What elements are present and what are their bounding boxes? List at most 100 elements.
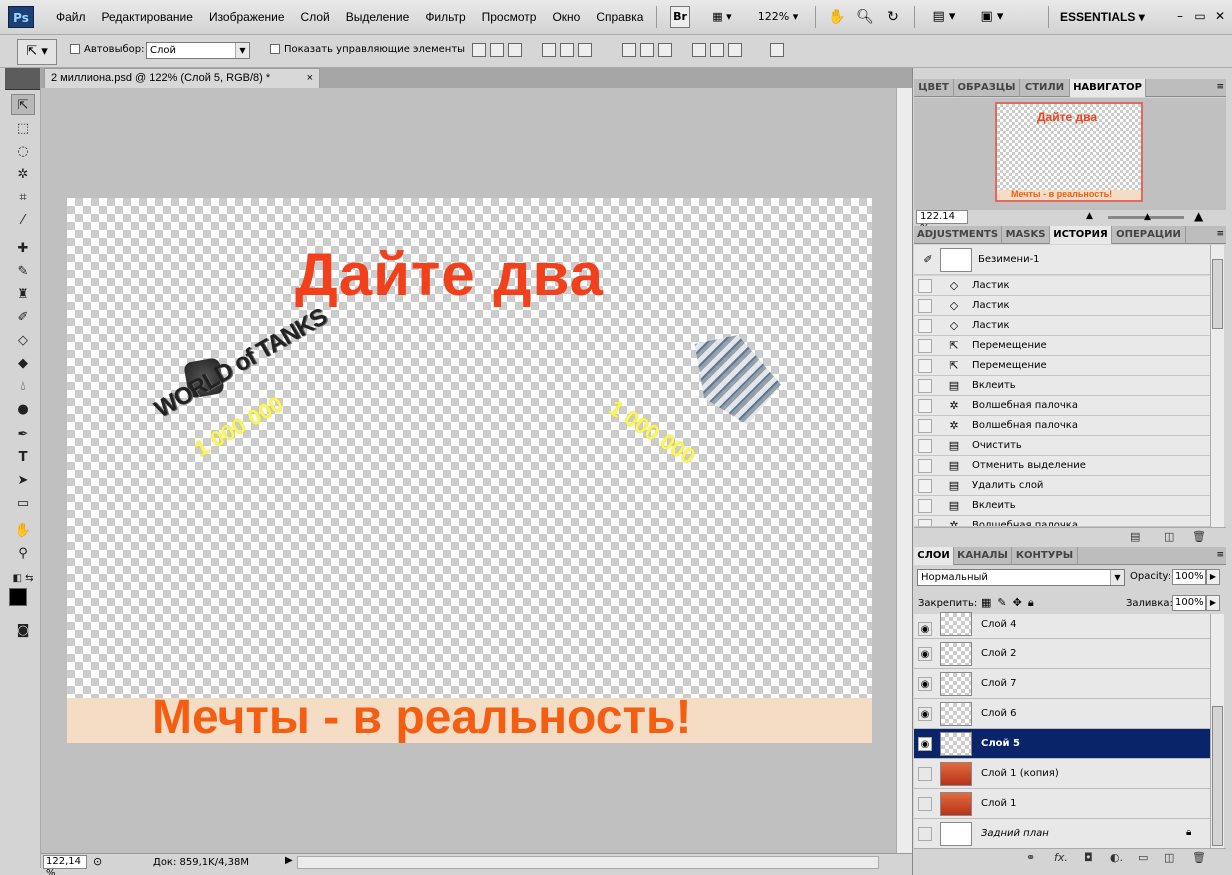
history-brush-source-checkbox[interactable] [918, 399, 932, 413]
screen-mode-button[interactable]: ▣ ▾ [974, 6, 1010, 28]
lasso-tool-icon[interactable]: ◌ [11, 141, 35, 162]
menu-filter[interactable]: Фильтр [417, 10, 473, 24]
distribute-right-icon[interactable] [728, 43, 742, 57]
distribute-top-icon[interactable] [622, 43, 636, 57]
adjustment-layer-icon[interactable]: ◐. [1110, 851, 1123, 864]
status-arrow-icon[interactable]: ▶ [285, 855, 293, 866]
close-window-icon[interactable]: ✕ [1210, 6, 1230, 26]
zoom-in-icon[interactable]: ▲ [1194, 209, 1203, 223]
zoom-tool-icon[interactable]: ⚲ [11, 543, 35, 564]
paint-bucket-tool-icon[interactable]: ◆ [11, 353, 35, 374]
tab-swatches[interactable]: ОБРАЗЦЫ [954, 79, 1020, 97]
new-document-from-state-icon[interactable]: ▤ [1130, 530, 1140, 543]
align-left-icon[interactable] [542, 43, 556, 57]
align-vcenter-icon[interactable] [490, 43, 504, 57]
healing-brush-tool-icon[interactable]: ✚ [11, 238, 35, 259]
layer-row[interactable]: Задний план 🔒︎ [914, 819, 1210, 849]
panel-menu-icon[interactable]: ≡ [1216, 229, 1224, 239]
delete-state-icon[interactable]: 🗑︎ [1192, 530, 1206, 543]
distribute-hcenter-icon[interactable] [710, 43, 724, 57]
clone-stamp-tool-icon[interactable]: ♜ [11, 284, 35, 305]
layer-row[interactable]: ◉ Слой 4 [914, 612, 1210, 639]
visibility-toggle[interactable] [918, 827, 932, 841]
magic-wand-tool-icon[interactable]: ✲ [11, 164, 35, 185]
rotate-view-icon[interactable]: ↻ [882, 6, 904, 28]
panel-menu-icon[interactable]: ≡ [1216, 550, 1224, 560]
autoselect-target-select[interactable]: Слой ▼ [146, 42, 250, 59]
history-brush-source-checkbox[interactable] [918, 359, 932, 373]
history-brush-source-checkbox[interactable] [918, 439, 932, 453]
navigator-thumbnail[interactable]: Дайте два Мечты - в реальность! [995, 102, 1143, 202]
dodge-tool-icon[interactable]: ● [11, 399, 35, 420]
history-item[interactable]: ◇ Ластик [914, 316, 1210, 336]
eye-icon[interactable]: ◉ [918, 737, 932, 751]
zoom-level-dropdown[interactable]: 122% ▾ [752, 6, 804, 28]
align-right-icon[interactable] [578, 43, 592, 57]
layer-row[interactable]: ◉ Слой 5 [914, 729, 1210, 759]
foreground-color-swatch[interactable] [9, 588, 27, 606]
minimize-icon[interactable]: – [1170, 6, 1190, 26]
swap-colors-icon[interactable]: ◧ ⇆ [11, 568, 35, 589]
history-brush-source-checkbox[interactable] [918, 519, 932, 526]
visibility-toggle[interactable] [918, 797, 932, 811]
history-item[interactable]: ▤ Удалить слой [914, 476, 1210, 496]
zoom-out-icon[interactable]: ▲ [1086, 211, 1093, 221]
toolbox-header[interactable] [5, 68, 40, 90]
show-controls-checkbox[interactable] [270, 44, 280, 54]
delete-layer-icon[interactable]: 🗑︎ [1192, 851, 1206, 864]
tab-channels[interactable]: КАНАЛЫ [954, 547, 1012, 565]
history-brush-source-icon[interactable]: ✐ [918, 252, 938, 268]
quick-mask-icon[interactable]: ◙ [11, 620, 35, 641]
move-tool-icon[interactable]: ⇱ [11, 94, 35, 115]
document-tab[interactable]: 2 миллиона.psd @ 122% (Слой 5, RGB/8) * … [44, 68, 320, 88]
menu-help[interactable]: Справка [588, 10, 651, 24]
navigator-zoom-field[interactable]: 122.14 % [916, 210, 968, 234]
menu-layer[interactable]: Слой [293, 10, 338, 24]
align-hcenter-icon[interactable] [560, 43, 574, 57]
history-brush-source-checkbox[interactable] [918, 299, 932, 313]
close-tab-icon[interactable]: × [307, 69, 313, 87]
history-brush-source-checkbox[interactable] [918, 419, 932, 433]
layer-row[interactable]: ◉ Слой 7 [914, 669, 1210, 699]
history-item[interactable]: ✲ Волшебная палочка [914, 516, 1210, 527]
autoselect-checkbox[interactable] [70, 44, 80, 54]
history-scrollbar[interactable] [1210, 245, 1224, 527]
marquee-tool-icon[interactable]: ⬚ [11, 118, 35, 139]
auto-align-icon[interactable] [770, 43, 784, 57]
tab-actions[interactable]: ОПЕРАЦИИ [1112, 226, 1186, 244]
layer-row[interactable]: Слой 1 [914, 789, 1210, 819]
distribute-left-icon[interactable] [692, 43, 706, 57]
blend-mode-select[interactable]: Нормальный ▼ [917, 569, 1125, 586]
tab-paths[interactable]: КОНТУРЫ [1012, 547, 1078, 565]
menu-image[interactable]: Изображение [201, 10, 293, 24]
blur-tool-icon[interactable]: 💧︎ [11, 376, 35, 397]
menu-select[interactable]: Выделение [338, 10, 418, 24]
tool-preset-picker[interactable]: ⇱ ▾ [17, 39, 57, 65]
maximize-icon[interactable]: ▭ [1190, 6, 1210, 26]
history-item[interactable]: ✲ Волшебная палочка [914, 416, 1210, 436]
history-brush-source-checkbox[interactable] [918, 479, 932, 493]
history-item[interactable]: ✲ Волшебная палочка [914, 396, 1210, 416]
menu-window[interactable]: Окно [544, 10, 588, 24]
tab-masks[interactable]: MASKS [1002, 226, 1050, 244]
fill-field[interactable]: 100% [1172, 595, 1206, 611]
brush-tool-icon[interactable]: ✎ [11, 261, 35, 282]
history-item[interactable]: ▤ Очистить [914, 436, 1210, 456]
history-item[interactable]: ⇱ Перемещение [914, 336, 1210, 356]
link-layers-icon[interactable]: ⚭ [1026, 851, 1035, 864]
history-item[interactable]: ▤ Вклеить [914, 496, 1210, 516]
crop-tool-icon[interactable]: ⌗ [11, 187, 35, 208]
layers-scroll-thumb[interactable] [1212, 706, 1223, 846]
history-brush-source-checkbox[interactable] [918, 459, 932, 473]
eraser-tool-icon[interactable]: ◇ [11, 330, 35, 351]
shape-tool-icon[interactable]: ▭ [11, 493, 35, 514]
lock-icons[interactable]: ▦✎✥🔒︎ [981, 596, 1040, 610]
new-layer-icon[interactable]: ◫ [1164, 851, 1174, 864]
tab-styles[interactable]: СТИЛИ [1020, 79, 1070, 97]
opacity-field[interactable]: 100% [1172, 569, 1206, 585]
pen-tool-icon[interactable]: ✒ [11, 424, 35, 445]
hand-tool-icon[interactable]: ✋ [11, 520, 35, 541]
eye-icon[interactable]: ◉ [918, 707, 932, 721]
zoom-tool-icon[interactable]: 🔍︎ [854, 6, 876, 28]
tab-navigator[interactable]: НАВИГАТОР [1070, 79, 1146, 97]
